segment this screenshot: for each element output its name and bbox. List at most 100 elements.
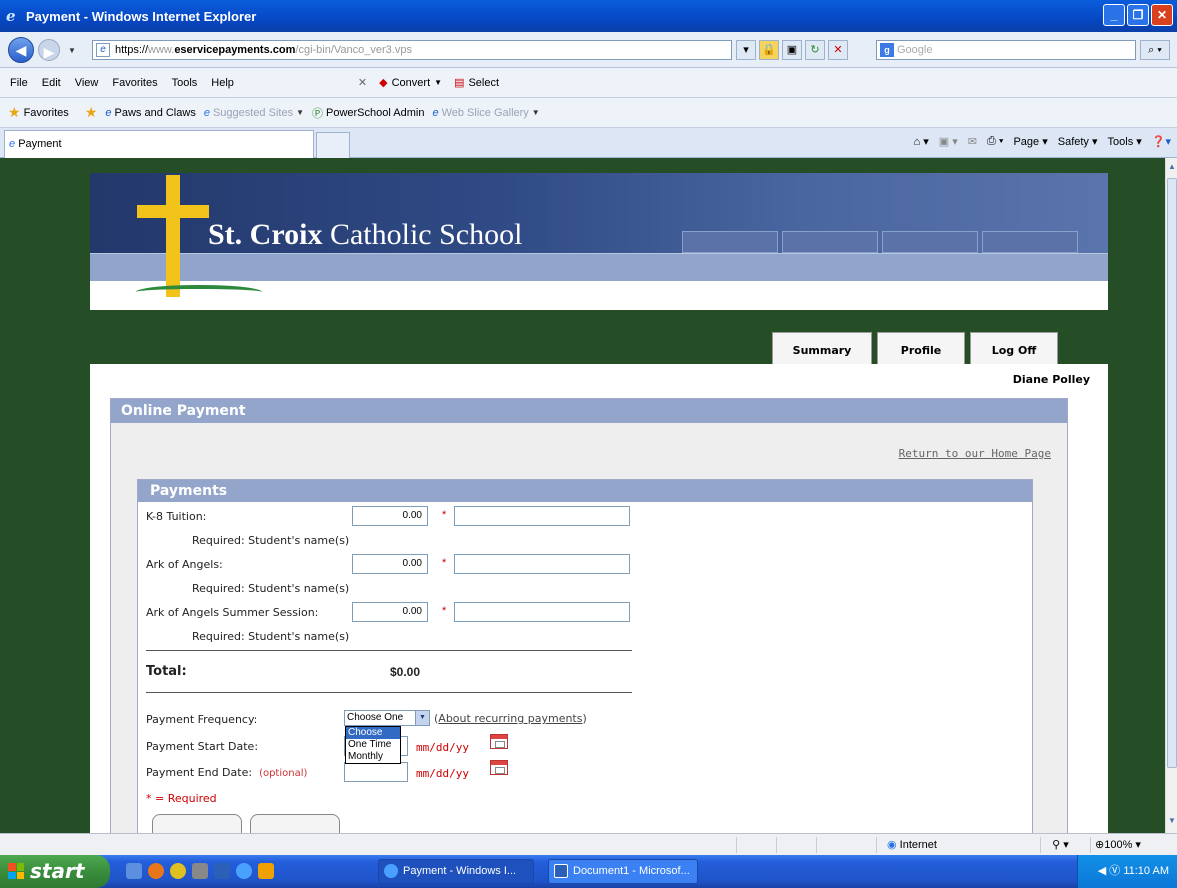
tray-icons[interactable]: ◀ Ⓥ (1098, 865, 1124, 877)
taskbar-item-ie[interactable]: Payment - Windows I... (378, 859, 534, 884)
favorites-button[interactable]: ★ Favorites (8, 104, 69, 121)
tab-summary[interactable]: Summary (772, 332, 872, 368)
scrollbar-thumb[interactable] (1167, 178, 1177, 768)
taskbar-item-word[interactable]: Document1 - Microsof... (548, 859, 698, 884)
new-tab-button[interactable] (316, 132, 350, 158)
search-button[interactable]: ⌕ ▾ (1140, 40, 1170, 60)
banner-nav-block (782, 231, 878, 253)
favorite-label: Web Slice Gallery (441, 106, 529, 119)
frequency-option[interactable]: Monthly (346, 751, 400, 763)
chrome-icon[interactable] (170, 863, 186, 879)
stop-button[interactable]: ✕ (828, 40, 848, 60)
close-button[interactable]: ✕ (1151, 4, 1173, 26)
required-note: Required: Student's name(s) (192, 582, 350, 595)
logo-swoosh (136, 285, 262, 299)
page-menu[interactable]: Page ▾ (1013, 135, 1047, 148)
select-button[interactable]: ▤ Select (454, 76, 499, 90)
search-input[interactable]: g Google (876, 40, 1136, 60)
end-date-input[interactable] (344, 762, 408, 782)
required-legend: * = Required (146, 792, 217, 805)
status-cell (776, 837, 816, 853)
address-input[interactable]: e https://www.eservicepayments.com/cgi-b… (92, 40, 732, 60)
mail-icon[interactable]: ✉ (968, 135, 977, 148)
menu-favorites[interactable]: Favorites (112, 77, 157, 89)
frequency-option[interactable]: Choose One (346, 727, 400, 750)
tab-payment[interactable]: e Payment (4, 130, 314, 158)
recent-pages-dropdown-icon[interactable]: ▼ (68, 46, 76, 55)
recurring-help: (About recurring payments) (434, 712, 587, 725)
favorite-label: Suggested Sites (212, 106, 294, 119)
back-button[interactable]: ◀ (8, 37, 34, 63)
favorite-powerschool-admin[interactable]: Ⓟ PowerSchool Admin (312, 105, 424, 121)
menu-help[interactable]: Help (211, 77, 234, 89)
tab-label: Payment (18, 138, 62, 150)
menu-tools[interactable]: Tools (172, 77, 198, 89)
add-favorite-icon[interactable]: ★ (85, 104, 98, 121)
refresh-button[interactable]: ↻ (805, 40, 825, 60)
frequency-select-value: Choose One (347, 712, 404, 723)
ie-quicklaunch-icon[interactable] (236, 863, 252, 879)
ark-summer-student-name-input[interactable] (454, 602, 630, 622)
favorite-paws-and-claws[interactable]: e Paws and Claws (105, 107, 195, 119)
menu-edit[interactable]: Edit (42, 77, 61, 89)
favorite-web-slice-gallery[interactable]: e Web Slice Gallery ▼ (432, 107, 539, 119)
media-icon[interactable] (192, 863, 208, 879)
favorites-label: Favorites (23, 106, 69, 119)
convert-button[interactable]: ◆ Convert ▼ (379, 76, 442, 90)
about-recurring-link[interactable]: About recurring payments (438, 712, 582, 725)
cancel-button[interactable] (250, 814, 340, 833)
forward-button[interactable]: ▶ (38, 39, 60, 61)
page-menu-label: Page (1013, 136, 1040, 148)
menu-view[interactable]: View (75, 77, 99, 89)
ark-summer-amount-input[interactable]: 0.00 (352, 602, 428, 622)
clock[interactable]: 11:10 AM (1123, 865, 1169, 877)
return-home-link[interactable]: Return to our Home Page (899, 447, 1051, 460)
banner-stripe (90, 253, 1108, 281)
scroll-down-icon[interactable]: ▼ (1167, 814, 1177, 828)
compatibility-icon[interactable]: ▣ (782, 40, 802, 60)
ark-of-angels-amount-input[interactable]: 0.00 (352, 554, 428, 574)
vertical-scrollbar[interactable]: ▲ ▼ (1165, 158, 1177, 833)
menu-file[interactable]: File (10, 77, 28, 89)
outlook-icon[interactable] (258, 863, 274, 879)
show-desktop-icon[interactable] (126, 863, 142, 879)
item-label: Ark of Angels: (146, 558, 223, 571)
ie-icon: e (203, 106, 210, 119)
frequency-select[interactable]: Choose One ▼ (344, 710, 430, 726)
firefox-icon[interactable] (148, 863, 164, 879)
protected-mode-icon[interactable]: ⚲ ▾ (1040, 837, 1080, 853)
banner-nav-block (982, 231, 1078, 253)
ie-page-icon: e (432, 106, 439, 119)
chevron-down-icon[interactable]: ▼ (415, 711, 429, 725)
start-calendar-icon[interactable] (490, 734, 508, 749)
ark-of-angels-student-name-input[interactable] (454, 554, 630, 574)
favorite-suggested-sites[interactable]: e Suggested Sites ▼ (204, 107, 304, 119)
tab-log-off[interactable]: Log Off (970, 332, 1058, 368)
tab-profile[interactable]: Profile (877, 332, 965, 368)
cross-logo (166, 175, 180, 297)
help-icon[interactable]: ❓▾ (1152, 135, 1171, 148)
required-note: Required: Student's name(s) (192, 534, 350, 547)
zoom-control[interactable]: ⊕100% ▾ (1090, 837, 1170, 853)
lock-icon[interactable]: 🔒 (759, 40, 779, 60)
word-icon[interactable] (214, 863, 230, 879)
url-path: /cgi-bin/Vanco_ver3.vps (295, 44, 412, 56)
submit-button[interactable] (152, 814, 242, 833)
feeds-icon[interactable]: ▣ ▾ (939, 135, 958, 148)
print-icon[interactable]: ⎙ ▾ (987, 135, 1003, 148)
toolbar-close-icon[interactable]: ✕ (358, 76, 367, 89)
home-icon[interactable]: ⌂ ▾ (914, 135, 929, 148)
scroll-up-icon[interactable]: ▲ (1167, 160, 1177, 174)
safety-menu[interactable]: Safety ▾ (1058, 135, 1098, 148)
end-calendar-icon[interactable] (490, 760, 508, 775)
tools-menu[interactable]: Tools ▾ (1108, 135, 1142, 148)
minimize-button[interactable]: _ (1103, 4, 1125, 26)
address-dropdown-button[interactable]: ▾ (736, 40, 756, 60)
start-button[interactable]: start (0, 855, 110, 888)
k8-tuition-amount-input[interactable]: 0.00 (352, 506, 428, 526)
frequency-option[interactable]: One Time (346, 739, 400, 751)
maximize-button[interactable]: ❐ (1127, 4, 1149, 26)
page-icon: e (96, 43, 110, 57)
ie-page-icon: e (105, 106, 112, 119)
k8-tuition-student-name-input[interactable] (454, 506, 630, 526)
